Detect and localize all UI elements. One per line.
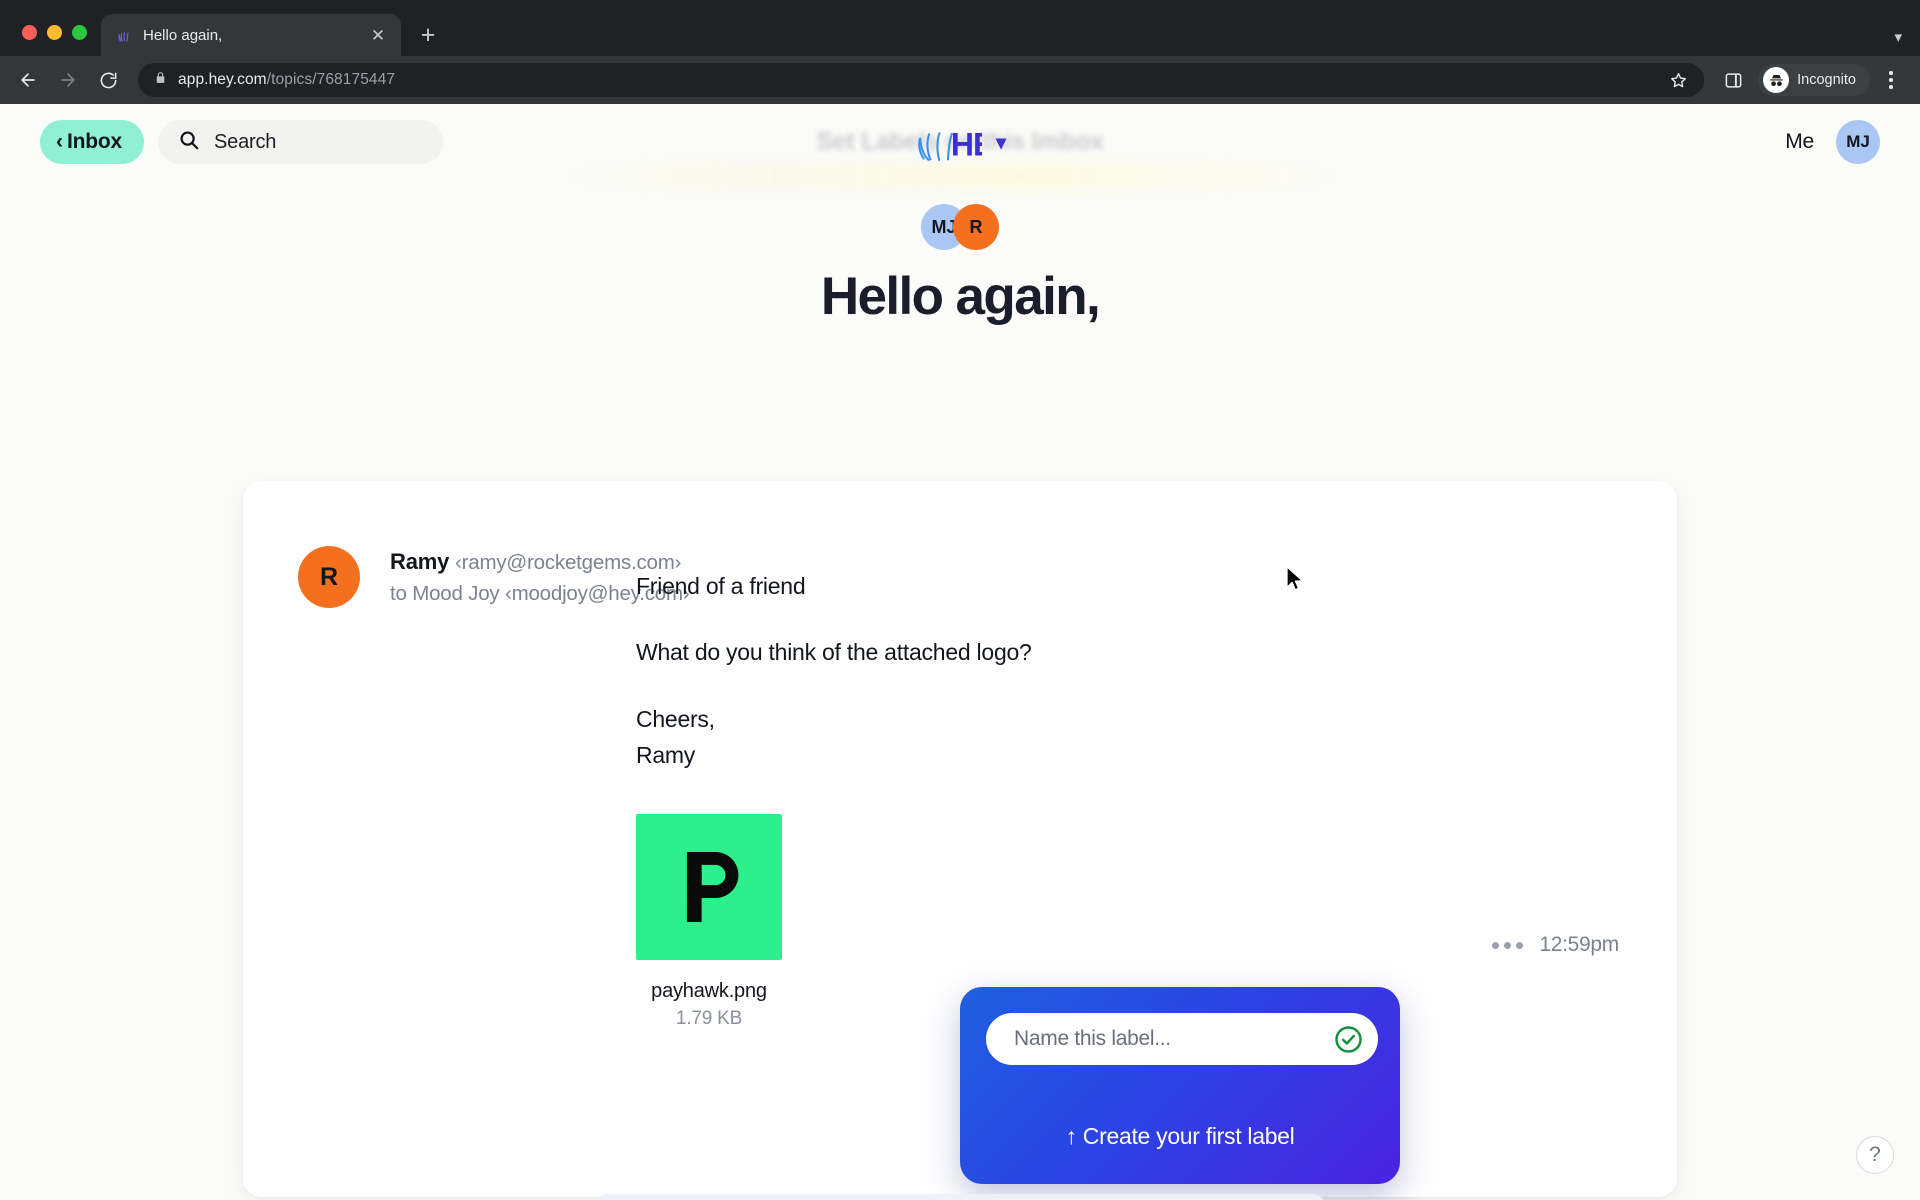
signoff-line-2: Ramy [636,741,696,768]
window-traffic-lights [14,25,101,56]
back-to-imbox-button[interactable]: ‹ Inbox [40,120,144,164]
browser-toolbar: app.hey.com/topics/768175447 Incognito [0,56,1920,104]
maximize-window-button[interactable] [72,25,87,40]
sender-name: Ramy [390,549,450,574]
message-paragraph: Friend of a friend [636,573,806,599]
sender-email: ‹ramy@rocketgems.com› [455,551,682,574]
forward-arrow-icon [50,62,86,98]
payhawk-logo-icon [686,852,739,923]
message-timestamp: 12:59pm [1539,933,1619,956]
url-domain: app.hey.com [178,71,267,88]
avatar[interactable]: R [953,204,999,250]
message-signoff: Cheers, Ramy [636,705,1677,769]
search-icon [178,129,200,156]
thread-header: MJ R Hello again, [0,204,1920,327]
create-first-label-text: Create your first label [1082,1123,1295,1149]
close-window-button[interactable] [22,25,37,40]
me-menu-label[interactable]: Me [1785,130,1814,154]
profile-incognito-button[interactable]: Incognito [1758,64,1870,96]
create-label-popup: Name this label... ↑ Create your first l… [960,987,1400,1184]
help-button[interactable]: ? [1856,1136,1894,1174]
tab-strip-right: ▾ [1894,28,1920,56]
back-arrow-icon[interactable] [10,62,46,98]
avatar[interactable]: R [298,546,360,608]
minimize-window-button[interactable] [47,25,62,40]
incognito-icon [1763,67,1790,93]
check-circle-icon[interactable] [1330,1021,1366,1057]
attachment[interactable]: payhawk.png 1.79 KB [636,814,782,1030]
hey-app-page: ‹ Inbox Search Set Labels on this Imbox [0,104,1920,1200]
ellipsis-icon[interactable] [1492,941,1524,949]
side-panel-icon[interactable] [1716,63,1750,97]
imbox-button-label: Inbox [67,130,122,153]
browser-window: Hello again, ✕ + ▾ app.hey.com/topics/76… [0,0,1920,1200]
kebab-menu-icon[interactable] [1874,63,1908,97]
chevron-down-icon[interactable]: ▾ [1894,28,1902,46]
avatar[interactable]: MJ [1836,120,1880,164]
attachment-filesize: 1.79 KB [675,1008,743,1030]
browser-tab-strip: Hello again, ✕ + ▾ [0,0,1920,56]
message-meta: 12:59pm [1492,933,1619,957]
browser-tab-title: Hello again, [143,26,223,44]
hey-hand-icon [115,26,133,44]
attachment-filename: payhawk.png [651,980,767,1003]
page-title: Hello again, [820,267,1101,326]
browser-tab[interactable]: Hello again, ✕ [101,14,401,56]
create-first-label-button[interactable]: ↑ Create your first label [960,1123,1400,1150]
label-name-placeholder: Name this label... [1014,1027,1171,1050]
reload-icon[interactable] [90,62,126,98]
search-input[interactable]: Search [158,120,443,164]
message-action-bar: R Reply Now L Reply Later [595,1194,1325,1200]
hey-logo-menu[interactable]: Set Labels on this Imbox HEY ▾ [816,119,1104,165]
app-header: ‹ Inbox Search Set Labels on this Imbox [0,104,1920,180]
lock-icon [154,70,167,90]
sender-line: Ramy ‹ramy@rocketgems.com› [390,549,689,575]
attachment-thumbnail[interactable] [636,814,782,961]
url-path: /topics/768175447 [266,71,396,88]
svg-text:HEY: HEY [951,127,982,163]
hey-hand-logo-icon: HEY [918,127,982,163]
app-header-right: Me MJ [1785,120,1880,164]
message-paragraph: What do you think of the attached logo? [636,639,1032,666]
new-tab-button[interactable]: + [411,18,445,52]
signoff-line-1: Cheers, [636,705,715,732]
chevron-left-icon: ‹ [56,129,63,153]
profile-label: Incognito [1797,72,1856,88]
address-bar-text: app.hey.com/topics/768175447 [178,71,395,89]
label-name-input[interactable]: Name this label... [986,1013,1378,1065]
search-placeholder: Search [214,130,277,153]
thread-participant-avatars: MJ R [921,204,999,250]
close-icon[interactable]: ✕ [367,24,389,46]
address-bar[interactable]: app.hey.com/topics/768175447 [138,63,1705,97]
bookmark-star-icon[interactable] [1669,71,1688,90]
up-arrow-icon: ↑ [1065,1123,1078,1149]
